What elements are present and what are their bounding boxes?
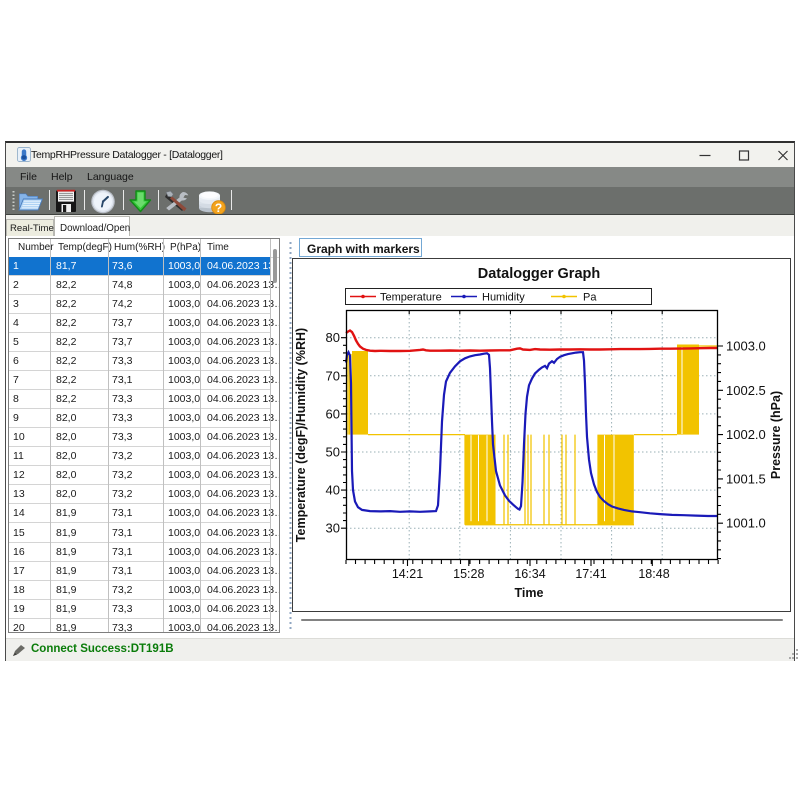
svg-text:16:34: 16:34 xyxy=(514,567,545,581)
svg-text:Pa: Pa xyxy=(583,292,597,304)
svg-text:1001.0: 1001.0 xyxy=(726,516,766,531)
svg-text:?: ? xyxy=(215,201,222,215)
svg-text:80: 80 xyxy=(326,330,340,345)
svg-text:15:28: 15:28 xyxy=(453,567,484,581)
svg-text:17:41: 17:41 xyxy=(575,567,606,581)
svg-text:60: 60 xyxy=(326,406,340,421)
svg-text:1001.5: 1001.5 xyxy=(726,471,766,486)
svg-text:30: 30 xyxy=(326,521,340,536)
svg-text:Datalogger Graph: Datalogger Graph xyxy=(478,266,600,282)
svg-text:18:48: 18:48 xyxy=(638,567,669,581)
svg-text:1002.5: 1002.5 xyxy=(726,383,766,398)
svg-text:1003.0: 1003.0 xyxy=(726,339,766,354)
svg-text:40: 40 xyxy=(326,483,340,498)
svg-text:Time: Time xyxy=(515,586,544,600)
svg-text:1002.0: 1002.0 xyxy=(726,427,766,442)
svg-text:70: 70 xyxy=(326,368,340,383)
svg-text:50: 50 xyxy=(326,445,340,460)
svg-text:Temperature (degF)/Humidity (%: Temperature (degF)/Humidity (%RH) xyxy=(294,328,308,542)
svg-text:Humidity: Humidity xyxy=(482,292,525,304)
svg-text:Pressure (hPa): Pressure (hPa) xyxy=(769,391,783,479)
svg-text:14:21: 14:21 xyxy=(392,567,423,581)
svg-text:Temperature: Temperature xyxy=(380,292,442,304)
